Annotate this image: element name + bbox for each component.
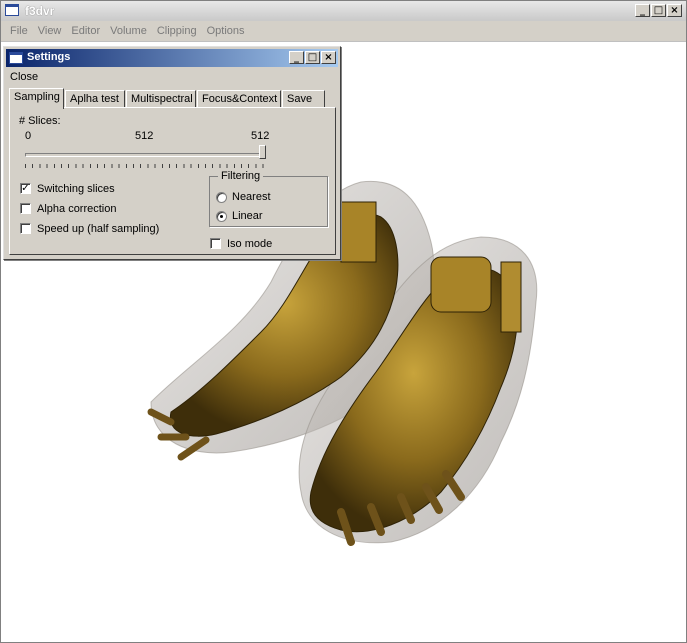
menu-file[interactable]: File — [5, 21, 33, 41]
menu-editor[interactable]: Editor — [66, 21, 105, 41]
slider-max-label: 512 — [251, 130, 270, 142]
settings-titlebar[interactable]: Settings _ □ × — [6, 49, 338, 67]
tab-save[interactable]: Save — [282, 90, 325, 108]
slices-label: # Slices: — [19, 115, 61, 127]
iso-mode-checkbox[interactable] — [210, 238, 221, 249]
switching-slices-checkbox[interactable]: ✓ — [20, 183, 31, 194]
iso-mode-label: Iso mode — [227, 238, 273, 250]
settings-minimize-button[interactable]: _ — [289, 51, 304, 64]
window-titlebar[interactable]: f3dvr _ □ × — [1, 1, 686, 22]
settings-dialog: Settings _ □ × Close Sampling Aplha test M… — [3, 46, 341, 260]
slices-slider-handle[interactable] — [259, 145, 266, 159]
settings-menu-close[interactable]: Close — [10, 71, 38, 83]
speed-up-checkbox[interactable] — [20, 223, 31, 234]
menubar: File View Editor Volume Clipping Options — [1, 21, 686, 42]
switching-slices-label: Switching slices — [37, 183, 115, 195]
filtering-group-title: Filtering — [218, 170, 264, 182]
settings-title: Settings — [27, 51, 71, 63]
tab-multispectral[interactable]: Multispectral — [126, 90, 196, 108]
slider-value-label: 512 — [135, 130, 154, 142]
speed-up-label: Speed up (half sampling) — [37, 223, 160, 235]
slider-min-label: 0 — [25, 130, 32, 142]
left-tibia-bone — [340, 201, 377, 263]
settings-window-icon — [9, 52, 23, 64]
minimize-button[interactable]: _ — [635, 4, 650, 17]
settings-maximize-button[interactable]: □ — [305, 51, 320, 64]
maximize-button[interactable]: □ — [651, 4, 666, 17]
tab-sampling[interactable]: Sampling — [9, 88, 64, 109]
nearest-label: Nearest — [232, 191, 271, 203]
menu-clipping[interactable]: Clipping — [152, 21, 202, 41]
slices-slider-groove[interactable] — [25, 153, 263, 157]
settings-menubar: Close — [10, 71, 38, 83]
menu-view[interactable]: View — [33, 21, 67, 41]
tab-focus-context[interactable]: Focus&Context — [197, 90, 281, 108]
right-fibula-bone — [500, 261, 522, 333]
app-icon — [5, 4, 19, 16]
alpha-correction-label: Alpha correction — [37, 203, 117, 215]
window-title: f3dvr — [25, 4, 55, 18]
menu-volume[interactable]: Volume — [105, 21, 152, 41]
close-button[interactable]: × — [667, 4, 682, 17]
linear-label: Linear — [232, 210, 263, 222]
tab-aplha-test[interactable]: Aplha test — [65, 90, 125, 108]
alpha-correction-checkbox[interactable] — [20, 203, 31, 214]
nearest-radio[interactable] — [216, 192, 227, 203]
slider-ticks — [25, 164, 265, 168]
linear-radio[interactable] — [216, 211, 227, 222]
menu-options[interactable]: Options — [202, 21, 250, 41]
settings-close-button[interactable]: × — [321, 51, 336, 64]
right-tibia-bone — [430, 256, 492, 313]
